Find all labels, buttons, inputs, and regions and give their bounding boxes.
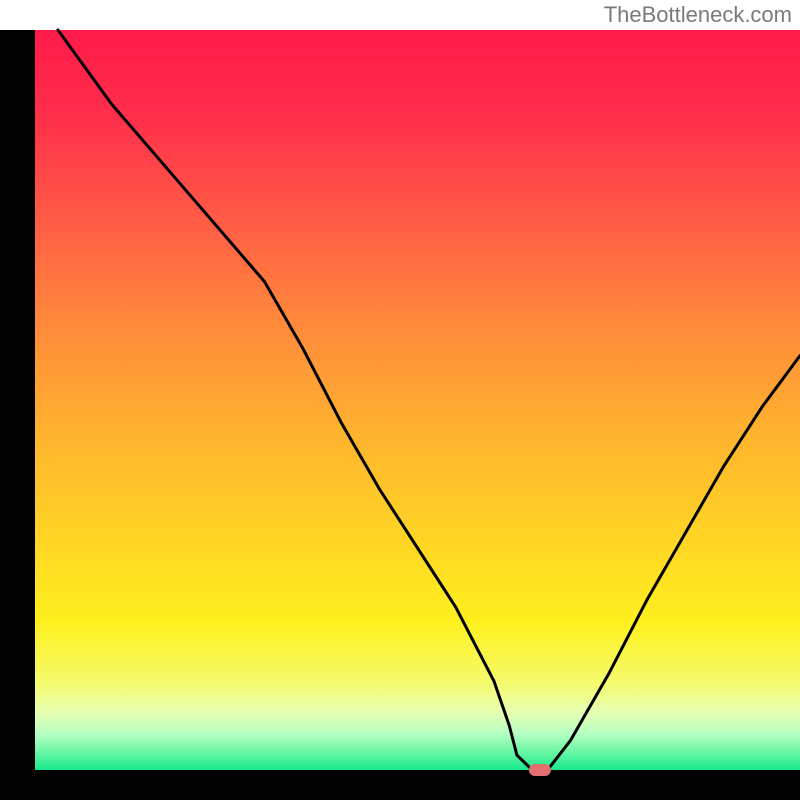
plot-background (35, 30, 800, 770)
chart-svg (0, 0, 800, 800)
chart-container (0, 0, 800, 800)
minimum-marker (529, 764, 551, 776)
watermark-text: TheBottleneck.com (604, 2, 792, 28)
